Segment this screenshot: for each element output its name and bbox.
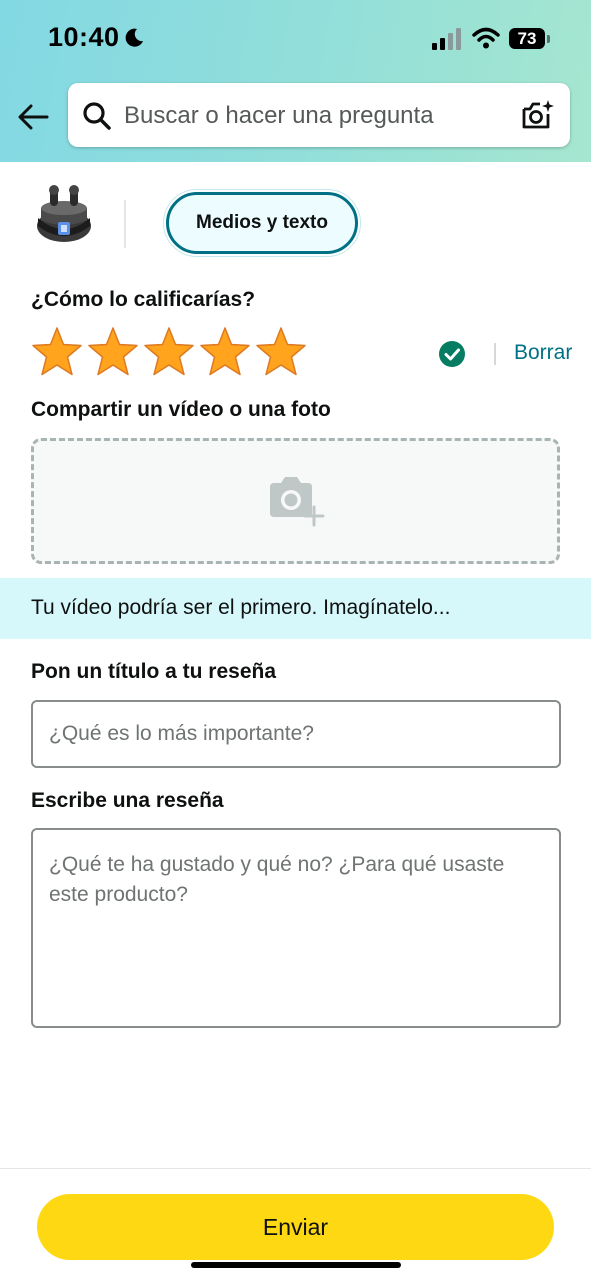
product-thumbnail	[37, 185, 91, 242]
header: 10:40 73 Buscar o hacer una pregunta	[0, 0, 591, 162]
star-icon[interactable]	[31, 326, 83, 378]
moon-icon	[125, 28, 143, 47]
info-banner: Tu vídeo podría ser el primero. Imagínat…	[0, 578, 591, 639]
media-text-chip[interactable]: Medios y texto	[166, 192, 358, 254]
body-label: Escribe una reseña	[31, 789, 224, 812]
home-indicator	[191, 1262, 401, 1268]
star-icon[interactable]	[143, 326, 195, 378]
battery-tip	[547, 35, 550, 43]
battery-indicator: 73	[509, 28, 545, 49]
review-title-input[interactable]	[31, 700, 561, 768]
status-time: 10:40	[48, 22, 120, 52]
wifi-icon	[472, 27, 500, 49]
rating-label: ¿Cómo lo calificarías?	[31, 288, 256, 311]
media-upload-area[interactable]	[31, 438, 560, 564]
star-icon[interactable]	[87, 326, 139, 378]
search-icon	[83, 102, 111, 130]
star-icon[interactable]	[255, 326, 307, 378]
banner-text: Tu vídeo podría ser el primero. Imagínat…	[31, 596, 451, 619]
separator	[494, 343, 496, 365]
title-label: Pon un título a tu reseña	[31, 660, 277, 683]
camera-plus-icon	[270, 477, 325, 527]
search-input[interactable]: Buscar o hacer una pregunta	[68, 83, 570, 147]
divider	[124, 200, 126, 248]
footer-divider	[0, 1168, 591, 1169]
search-placeholder: Buscar o hacer una pregunta	[124, 102, 434, 129]
check-circle-icon	[439, 341, 465, 367]
media-label: Compartir un vídeo o una foto	[31, 398, 331, 421]
submit-button[interactable]: Enviar	[37, 1194, 554, 1260]
clear-rating-link[interactable]: Borrar	[514, 341, 572, 365]
back-arrow-icon[interactable]	[16, 100, 50, 134]
camera-search-icon[interactable]	[520, 98, 556, 132]
review-body-input[interactable]	[31, 828, 561, 1028]
signal-icon	[432, 28, 461, 50]
star-icon[interactable]	[199, 326, 251, 378]
